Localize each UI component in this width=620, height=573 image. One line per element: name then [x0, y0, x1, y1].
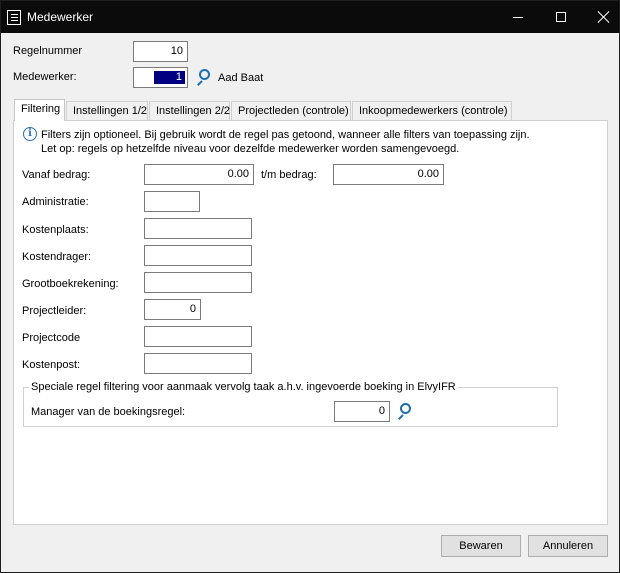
- grootboekrekening-label: Grootboekrekening:: [22, 278, 119, 290]
- maximize-button[interactable]: [538, 1, 584, 33]
- tab-instellingen-1[interactable]: Instellingen 1/2: [66, 101, 148, 121]
- tab-filtering[interactable]: Filtering: [14, 99, 65, 121]
- kostenplaats-input[interactable]: [144, 218, 252, 239]
- tab-inkoopmedewerkers[interactable]: Inkoopmedewerkers (controle): [352, 101, 512, 121]
- grootboekrekening-input[interactable]: [144, 272, 252, 293]
- close-button[interactable]: [581, 1, 620, 33]
- projectleider-input[interactable]: 0: [144, 299, 201, 320]
- close-icon: [598, 11, 610, 23]
- projectleider-label: Projectleider:: [22, 305, 87, 317]
- document-icon: [7, 10, 21, 25]
- title-bar[interactable]: Medewerker: [1, 1, 619, 33]
- vanaf-bedrag-input[interactable]: 0.00: [144, 164, 254, 185]
- info-icon: i: [23, 127, 37, 141]
- tm-bedrag-input[interactable]: 0.00: [333, 164, 444, 185]
- save-button[interactable]: Bewaren: [441, 535, 521, 557]
- maximize-icon: [556, 12, 566, 22]
- medewerker-label: Medewerker:: [13, 71, 77, 83]
- info-text-line2: Let op: regels op hetzelfde niveau voor …: [41, 143, 460, 155]
- tab-projectleden[interactable]: Projectleden (controle): [231, 101, 351, 121]
- manager-label: Manager van de boekingsregel:: [31, 406, 186, 418]
- medewerker-selected-value: 1: [154, 71, 185, 84]
- special-filter-group-title: Speciale regel filtering voor aanmaak ve…: [29, 381, 458, 393]
- info-text-line1: Filters zijn optioneel. Bij gebruik word…: [41, 129, 530, 141]
- minimize-button[interactable]: [495, 1, 541, 33]
- regelnummer-input[interactable]: 10: [133, 41, 188, 62]
- cancel-button[interactable]: Annuleren: [528, 535, 608, 557]
- regelnummer-label: Regelnummer: [13, 45, 83, 57]
- kostenpost-label: Kostenpost:: [22, 359, 81, 371]
- tab-instellingen-2[interactable]: Instellingen 2/2: [149, 101, 230, 121]
- minimize-icon: [513, 16, 523, 18]
- kostenplaats-label: Kostenplaats:: [22, 224, 89, 236]
- kostendrager-label: Kostendrager:: [22, 251, 92, 263]
- administratie-input[interactable]: [144, 191, 200, 212]
- projectcode-input[interactable]: [144, 326, 252, 347]
- manager-search-icon[interactable]: [396, 402, 414, 420]
- dialog-window: Medewerker Regelnummer 10 Medewerker: 1 …: [0, 0, 620, 573]
- window-title: Medewerker: [27, 10, 94, 24]
- projectcode-label: Projectcode: [22, 332, 81, 344]
- medewerker-name: Aad Baat: [218, 72, 264, 84]
- administratie-label: Administratie:: [22, 196, 89, 208]
- kostenpost-input[interactable]: [144, 353, 252, 374]
- tm-bedrag-label: t/m bedrag:: [261, 169, 317, 181]
- vanaf-bedrag-label: Vanaf bedrag:: [22, 169, 91, 181]
- kostendrager-input[interactable]: [144, 245, 252, 266]
- medewerker-search-icon[interactable]: [195, 68, 213, 86]
- medewerker-input[interactable]: 1: [133, 67, 188, 88]
- manager-input[interactable]: 0: [334, 401, 390, 422]
